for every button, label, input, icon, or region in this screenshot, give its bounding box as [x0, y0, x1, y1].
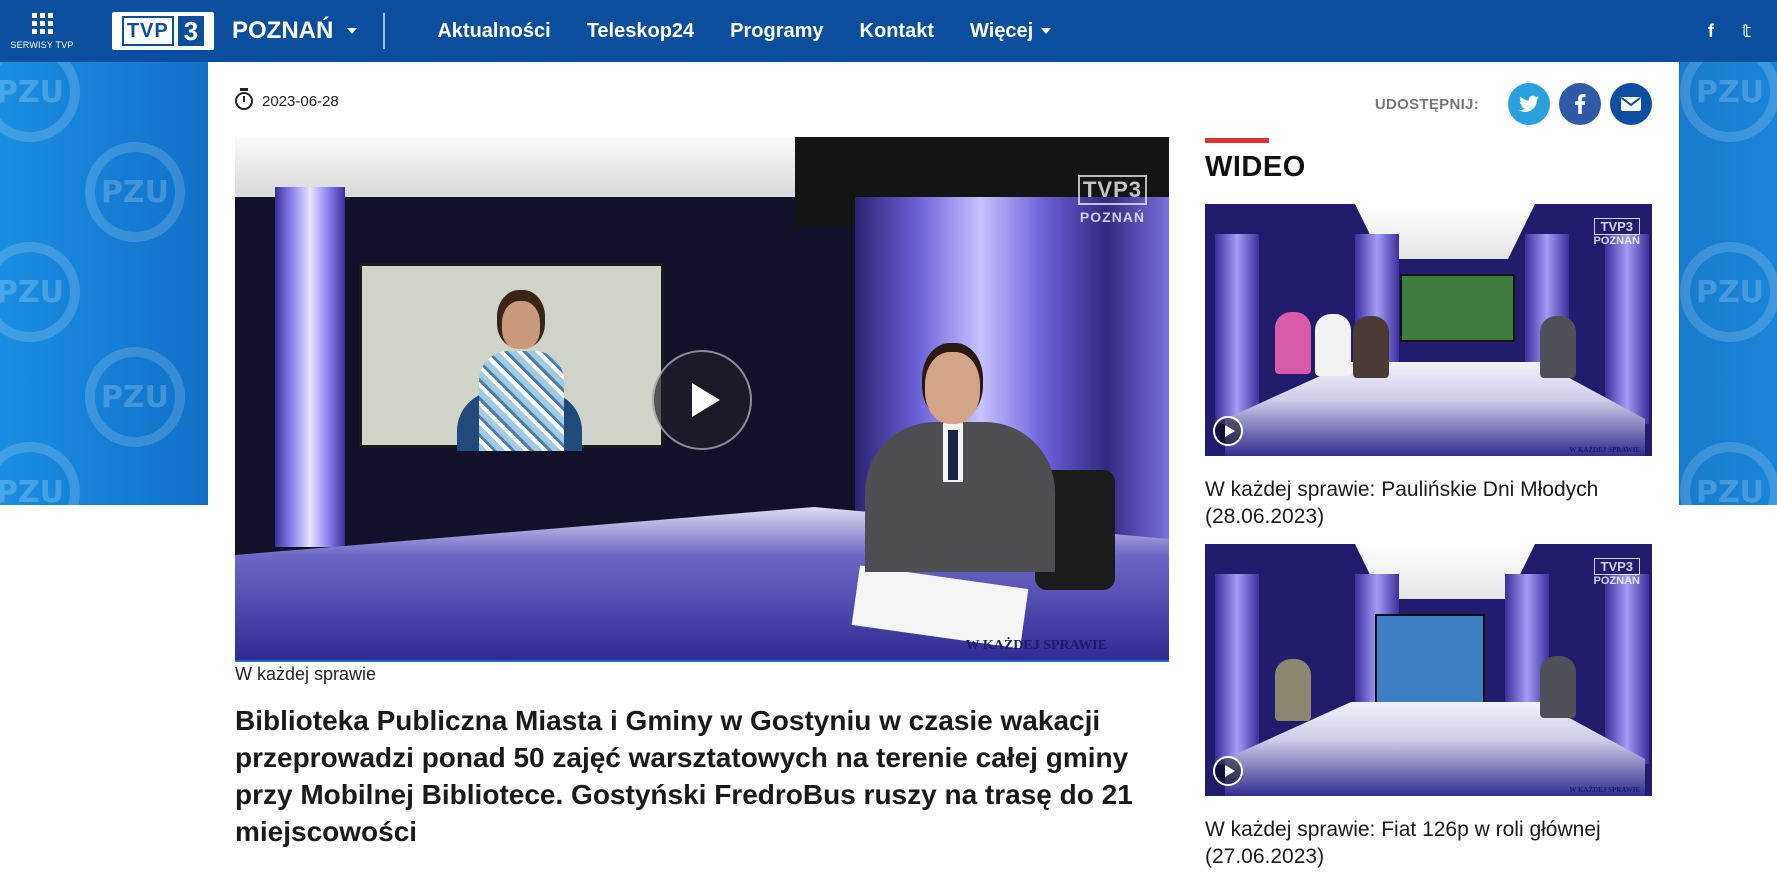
video-title[interactable]: W każdej sprawie: Fiat 126p w roli główn…: [1205, 816, 1652, 870]
region-label: POZNAŃ: [232, 17, 334, 44]
video-thumbnail[interactable]: TVP3 POZNAŃ W KAŻDEJ SPRAWIE: [1205, 544, 1652, 796]
nav-link-wiecej-label: Więcej: [970, 19, 1034, 42]
services-menu-button[interactable]: SERWISY TVP: [0, 0, 84, 62]
thumb-pillar: [1605, 574, 1649, 764]
thumb-logo-line2: POZNAŃ: [1593, 575, 1640, 587]
pzu-logo: PZU: [0, 62, 80, 142]
twitter-icon[interactable]: 𝕥: [1742, 21, 1751, 42]
article-title: Biblioteka Publiczna Miasta i Gminy w Go…: [235, 705, 1133, 847]
heading-accent-bar: [1205, 138, 1269, 143]
thumb-monitor: [1400, 274, 1515, 342]
social-links: f 𝕥: [1680, 21, 1751, 42]
pzu-logo: PZU: [1680, 62, 1777, 142]
main-menu: Aktualności Teleskop24 Programy Kontakt …: [437, 20, 1087, 43]
thumb-person: [1540, 656, 1576, 718]
nav-link-wiecej[interactable]: Więcej: [970, 19, 1052, 43]
chevron-down-icon: [1041, 28, 1052, 34]
video-frame-screen: [359, 263, 664, 451]
share-bar: UDOSTĘPNIJ:: [1375, 83, 1652, 125]
video-player[interactable]: TVP3 POZNAŃ W KAŻDEJ SPRAWIE: [235, 137, 1169, 662]
pzu-logo: PZU: [85, 142, 185, 242]
nav-divider: [383, 13, 386, 49]
video-title[interactable]: W każdej sprawie: Paulińskie Dni Młodych…: [1205, 476, 1652, 530]
thumb-logo-line1: TVP3: [1593, 558, 1640, 575]
thumb-channel-logo: TVP3 POZNAŃ: [1593, 218, 1640, 247]
nav-link-kontakt[interactable]: Kontakt: [860, 20, 934, 43]
chevron-down-icon: [347, 28, 358, 34]
play-icon[interactable]: [1213, 756, 1243, 786]
video-logo-line2: POZNAŃ: [1079, 209, 1146, 225]
thumb-pillar: [1215, 234, 1259, 424]
region-selector[interactable]: POZNAŃ: [232, 17, 358, 45]
thumb-channel-logo: TVP3 POZNAŃ: [1593, 558, 1640, 587]
article-content: 2023-06-28 UDOSTĘPNIJ: TVP3 POZNAŃ W KAŻ…: [208, 62, 1679, 877]
play-icon[interactable]: [652, 350, 752, 450]
top-navigation: SERWISY TVP TVP 3 POZNAŃ Aktualności Tel…: [0, 0, 1777, 62]
video-list-item[interactable]: TVP3 POZNAŃ W KAŻDEJ SPRAWIE W każdej spr…: [1205, 204, 1652, 530]
share-email-button[interactable]: [1610, 83, 1652, 125]
sidebar-heading: WIDEO: [1205, 151, 1306, 183]
video-list-item[interactable]: TVP3 POZNAŃ W KAŻDEJ SPRAWIE W każdej spr…: [1205, 544, 1652, 870]
publish-date: 2023-06-28: [235, 88, 339, 110]
services-label: SERWISY TVP: [10, 39, 74, 50]
video-frame-host: [855, 352, 1065, 572]
pzu-logo: PZU: [0, 442, 80, 505]
video-frame-guest: [477, 296, 564, 451]
share-twitter-button[interactable]: [1508, 83, 1550, 125]
video-logo-line1: TVP3: [1077, 175, 1147, 205]
thumb-person: [1353, 316, 1389, 378]
thumb-pillar: [1605, 234, 1649, 424]
clock-icon: [235, 88, 253, 110]
video-thumbnail[interactable]: TVP3 POZNAŃ W KAŻDEJ SPRAWIE: [1205, 204, 1652, 456]
video-caption: W każdej sprawie: [235, 664, 377, 684]
video-channel-logo: TVP3 POZNAŃ: [1077, 175, 1147, 225]
play-icon[interactable]: [1213, 416, 1243, 446]
nav-link-programy[interactable]: Programy: [730, 20, 823, 43]
tvp-logo-number: 3: [177, 16, 205, 46]
video-program-strip: W KAŻDEJ SPRAWIE: [965, 638, 1107, 653]
envelope-icon: [1621, 97, 1641, 111]
thumb-table: [1225, 362, 1645, 456]
thumb-program-strip: W KAŻDEJ SPRAWIE: [1569, 446, 1640, 454]
facebook-icon: [1575, 94, 1586, 114]
thumb-logo-line1: TVP3: [1593, 218, 1640, 235]
pzu-logo: PZU: [0, 242, 80, 342]
facebook-icon[interactable]: f: [1708, 21, 1714, 42]
pzu-logo: PZU: [1680, 442, 1777, 505]
nav-link-teleskop24[interactable]: Teleskop24: [587, 20, 694, 43]
twitter-icon: [1519, 95, 1539, 112]
thumb-program-strip: W KAŻDEJ SPRAWIE: [1569, 786, 1640, 794]
thumb-monitor: [1375, 614, 1485, 704]
share-label: UDOSTĘPNIJ:: [1374, 95, 1479, 113]
tvp3-logo[interactable]: TVP 3: [112, 12, 214, 50]
pzu-logo: PZU: [85, 347, 185, 447]
thumb-pillar: [1215, 574, 1259, 764]
thumb-person: [1315, 314, 1351, 376]
thumb-logo-line2: POZNAŃ: [1593, 235, 1640, 247]
tvp-logo-text: TVP: [121, 16, 174, 46]
video-frame-pillar: [275, 187, 345, 547]
thumb-person: [1275, 659, 1311, 721]
pzu-logo: PZU: [1680, 242, 1777, 342]
date-text: 2023-06-28: [262, 92, 339, 110]
share-facebook-button[interactable]: [1559, 83, 1601, 125]
video-sidebar: WIDEO TVP3 POZNAŃ W KAŻDEJ SPRAWIE W każd…: [1205, 138, 1652, 870]
nav-link-aktualnosci[interactable]: Aktualności: [437, 20, 550, 43]
thumb-person: [1275, 312, 1311, 374]
thumb-person: [1540, 316, 1576, 378]
apps-grid-icon: [31, 12, 53, 34]
